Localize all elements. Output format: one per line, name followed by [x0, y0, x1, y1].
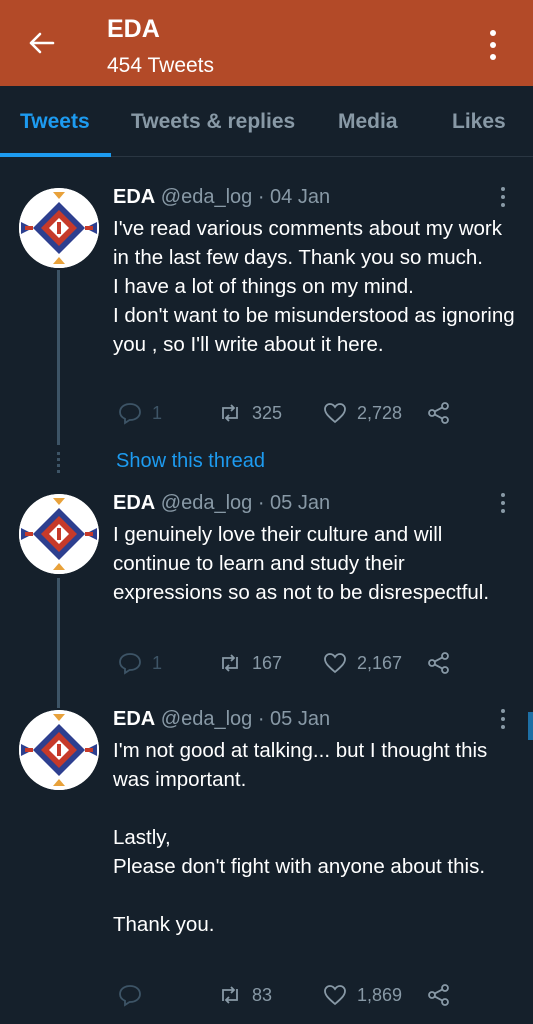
tweet-header: EDA @eda_log · 05 Jan — [113, 492, 330, 515]
tab-tweets-and-replies[interactable]: Tweets & replies — [131, 110, 295, 134]
retweet-count: 83 — [252, 984, 273, 1005]
tweet-text: I've read various comments about my work… — [113, 217, 515, 356]
retweet-icon — [222, 986, 238, 1004]
retweet-button[interactable]: 325 — [218, 401, 282, 425]
tweet-author-name[interactable]: EDA — [113, 186, 155, 208]
tweet-meta: @eda_log · 05 Jan — [160, 492, 331, 514]
reply-button[interactable]: 1 — [118, 401, 162, 425]
avatar-pattern-icon — [19, 494, 99, 574]
heart-icon — [324, 653, 346, 674]
avatar[interactable] — [19, 710, 99, 790]
thread-line — [57, 578, 60, 708]
retweet-icon — [222, 654, 238, 672]
avatar-pattern-icon — [19, 188, 99, 268]
tweet-actions: 83 1,869 — [113, 983, 513, 1013]
share-button[interactable] — [427, 983, 461, 1007]
retweet-button[interactable]: 167 — [218, 651, 282, 675]
share-icon — [428, 402, 449, 424]
scrollbar-thumb[interactable] — [528, 712, 533, 740]
heart-icon — [324, 403, 346, 424]
tweet-more-icon[interactable] — [497, 708, 509, 730]
tweet-meta: @eda_log · 05 Jan — [160, 708, 331, 730]
tab-likes[interactable]: Likes — [452, 110, 506, 134]
back-arrow-icon[interactable] — [26, 28, 56, 58]
like-button[interactable]: 2,167 — [323, 651, 402, 675]
profile-tabs: Tweets Tweets & replies Media Likes — [0, 86, 533, 157]
tweet-text: I'm not good at talking... but I thought… — [113, 739, 488, 936]
share-icon — [428, 652, 449, 674]
tweet-author-name[interactable]: EDA — [113, 708, 155, 730]
reply-count: 1 — [152, 652, 163, 673]
like-count: 1,869 — [357, 984, 403, 1005]
avatar[interactable] — [19, 188, 99, 268]
tweet-text: I genuinely love their culture and will … — [113, 523, 490, 604]
share-button[interactable] — [427, 401, 461, 425]
reply-count: 1 — [152, 402, 163, 423]
tweet-header: EDA @eda_log · 04 Jan — [113, 186, 330, 209]
like-button[interactable]: 1,869 — [323, 983, 402, 1007]
active-tab-indicator — [0, 153, 111, 157]
tweet-more-icon[interactable] — [497, 492, 509, 514]
reply-icon — [119, 653, 141, 675]
reply-icon — [119, 403, 141, 425]
tweet-header: EDA @eda_log · 05 Jan — [113, 708, 330, 731]
thread-ellipsis — [55, 452, 62, 476]
tweet-actions: 1 167 2,167 — [113, 651, 513, 681]
reply-icon — [119, 985, 141, 1007]
thread-line — [57, 270, 60, 445]
tweet-actions: 1 325 2,728 — [113, 401, 513, 431]
heart-icon — [324, 985, 346, 1006]
like-button[interactable]: 2,728 — [323, 401, 402, 425]
share-icon — [428, 984, 449, 1006]
retweet-button[interactable]: 83 — [218, 983, 272, 1007]
like-count: 2,728 — [357, 402, 403, 423]
tab-media[interactable]: Media — [338, 110, 398, 134]
avatar[interactable] — [19, 494, 99, 574]
more-options-icon[interactable] — [484, 28, 502, 62]
like-count: 2,167 — [357, 652, 403, 673]
reply-button[interactable] — [118, 983, 152, 1007]
retweet-icon — [222, 404, 238, 422]
retweet-count: 167 — [252, 652, 283, 673]
tab-tweets[interactable]: Tweets — [20, 110, 90, 134]
profile-title: EDA — [107, 15, 160, 43]
tweet-more-icon[interactable] — [497, 186, 509, 208]
retweet-count: 325 — [252, 402, 283, 423]
reply-button[interactable]: 1 — [118, 651, 162, 675]
tweet-author-name[interactable]: EDA — [113, 492, 155, 514]
avatar-pattern-icon — [19, 710, 99, 790]
show-thread-link[interactable]: Show this thread — [116, 450, 265, 473]
tweet-count: 454 Tweets — [107, 54, 215, 77]
profile-header: EDA 454 Tweets — [0, 0, 533, 86]
tweet-meta: @eda_log · 04 Jan — [160, 186, 331, 208]
share-button[interactable] — [427, 651, 461, 675]
